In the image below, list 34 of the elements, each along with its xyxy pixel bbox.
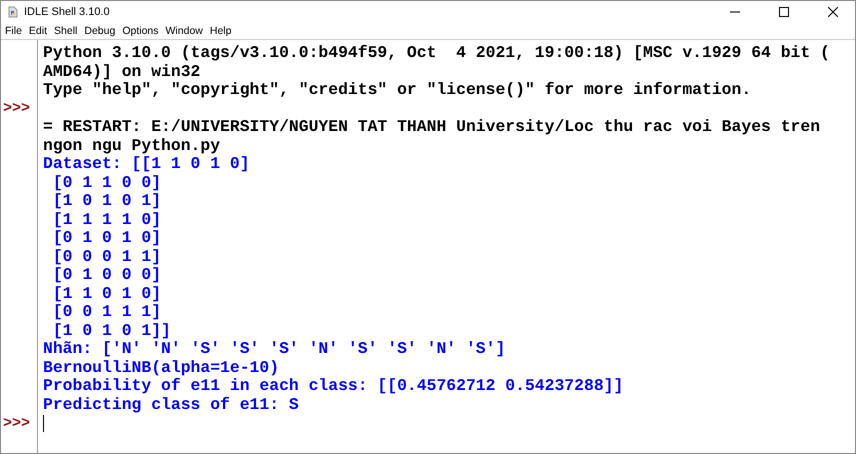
shell-output-line: = RESTART: E:/UNIVERSITY/NGUYEN TAT THANH University/Loc thu rac voi Bayes tren [43, 118, 820, 136]
shell-output-line: [1 1 1 1 0] [52, 210, 162, 229]
python-icon [7, 6, 19, 18]
close-icon [828, 7, 838, 17]
shell-output-line: Predicting class of e11: S [43, 396, 299, 414]
menu-item[interactable]: File [5, 25, 22, 37]
text-cursor [43, 414, 44, 432]
shell-output-line: BernoulliNB(alpha=1e-10) [43, 358, 280, 377]
shell-output-line: [1 1 0 1 0] [52, 284, 162, 303]
menu-item[interactable]: Shell [54, 25, 78, 37]
shell-output-line: Type "help", "copyright", "credits" or "license()" for more information. [43, 81, 752, 100]
shell-output-line: [1 0 1 0 1]] [52, 322, 171, 340]
shell-output-line: AMD64)] on win32 [43, 62, 200, 81]
shell-output-line: Dataset: [[1 1 0 1 0] [43, 155, 250, 174]
maximize-icon [779, 7, 789, 17]
minimize-icon [730, 11, 740, 13]
window-title: IDLE Shell 3.10.0 [24, 6, 111, 18]
menu-item[interactable]: Edit [28, 25, 48, 37]
shell-output-line: [1 0 1 0 1] [52, 192, 162, 210]
shell-output-line: ngon ngu Python.py [43, 136, 220, 155]
shell-output-line: [0 1 0 0 0] [52, 266, 162, 284]
shell-prompt: >>> [2, 100, 30, 118]
menu-item[interactable]: Options [122, 25, 159, 37]
menu-item[interactable]: Debug [84, 25, 116, 37]
menu-item[interactable]: Window [166, 25, 203, 37]
shell-output-line: [0 0 0 1 1] [52, 248, 162, 266]
shell-output-line: Python 3.10.0 (tags/v3.10.0:b494f59, Oct 4 2021, 19:00:18) [MSC v.1929 64 bit ( [43, 44, 830, 62]
shell-output-line: Probability of e11 in each class: [[0.45762712 0.54237288]] [43, 377, 624, 396]
shell-output-line: [0 1 0 1 0] [52, 229, 162, 248]
shell-prompt: >>> [2, 414, 30, 432]
shell-output-line: Nhãn: ['N' 'N' 'S' 'S' 'S' 'N' 'S' 'S' 'N' 'S'] [43, 340, 506, 358]
menu-item[interactable]: Help [210, 25, 232, 37]
shell-output-line: [0 1 1 0 0] [52, 174, 162, 192]
shell-output-line: [0 0 1 1 1] [52, 303, 162, 322]
